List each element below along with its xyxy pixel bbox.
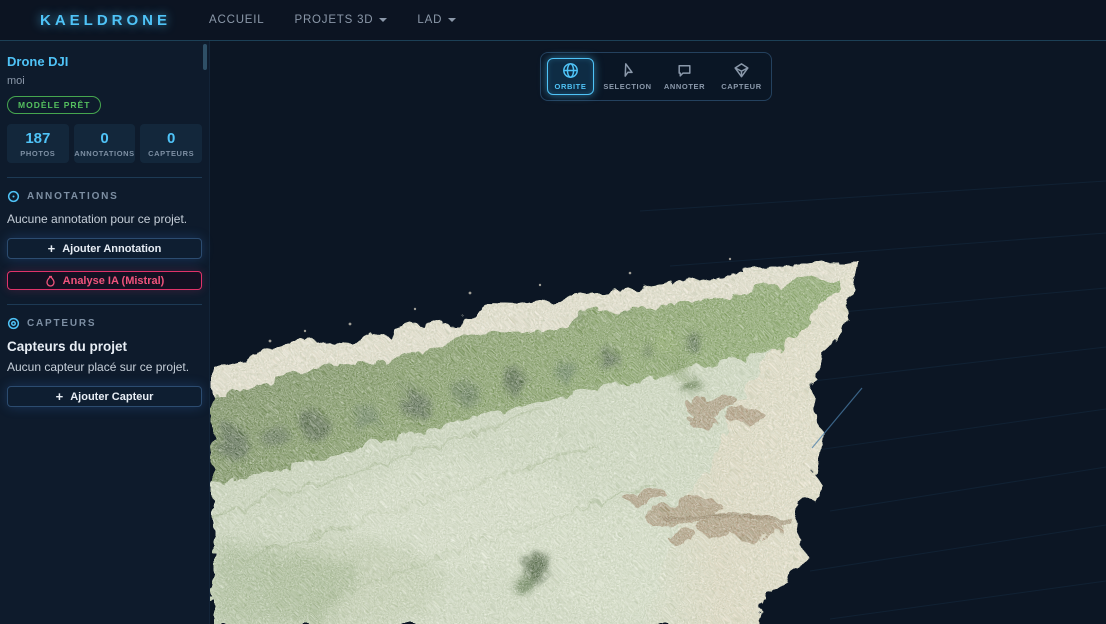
nav-item-label: PROJETS 3D — [294, 14, 373, 26]
project-owner: moi — [7, 75, 202, 87]
nav-item-label: ACCUEIL — [209, 14, 264, 26]
nav-links: ACCUEIL PROJETS 3D LAD — [209, 14, 456, 26]
plus-icon: + — [56, 390, 64, 403]
globe-icon — [562, 62, 579, 79]
sensors-empty-text: Aucun capteur placé sur ce projet. — [7, 360, 202, 374]
speech-bubble-icon — [676, 62, 693, 79]
stat-value: 187 — [7, 130, 69, 147]
tool-annotate-button[interactable]: ANNOTER — [661, 58, 708, 95]
stat-label: PHOTOS — [7, 149, 69, 158]
axis-helper-line — [812, 388, 862, 448]
project-title: Drone DJI — [7, 54, 202, 69]
tool-orbit-button[interactable]: ORBITE — [547, 58, 594, 95]
ai-analysis-button[interactable]: Analyse IA (Mistral) — [7, 271, 202, 290]
eye-icon — [7, 317, 20, 330]
tool-label: SELECTION — [603, 82, 651, 91]
chevron-down-icon — [379, 18, 387, 22]
stat-capteurs: 0 CAPTEURS — [140, 124, 202, 163]
button-label: Ajouter Annotation — [62, 243, 161, 255]
nav-item-label: LAD — [417, 14, 442, 26]
button-label: Ajouter Capteur — [70, 391, 153, 403]
tool-label: ANNOTER — [664, 82, 705, 91]
stat-value: 0 — [140, 130, 202, 147]
nav-item-projets-3d[interactable]: PROJETS 3D — [294, 14, 387, 26]
annotations-section-header: ANNOTATIONS — [7, 190, 202, 203]
tool-label: CAPTEUR — [721, 82, 761, 91]
target-icon — [7, 190, 20, 203]
section-label: ANNOTATIONS — [27, 191, 119, 202]
flame-icon — [45, 275, 56, 287]
brand-logo[interactable]: KAELDRONE — [40, 12, 171, 29]
model-ready-badge: MODÈLE PRÊT — [7, 96, 101, 114]
stat-label: ANNOTATIONS — [74, 149, 136, 158]
sidebar-scrollbar[interactable] — [203, 44, 207, 70]
three-d-viewport[interactable]: ORBITE SELECTION ANNOTER — [210, 41, 1106, 624]
chevron-down-icon — [448, 18, 456, 22]
divider — [7, 304, 202, 305]
nav-item-accueil[interactable]: ACCUEIL — [209, 14, 264, 26]
section-label: CAPTEURS — [27, 318, 96, 329]
tool-label: ORBITE — [555, 82, 587, 91]
plus-icon: + — [48, 242, 56, 255]
project-stats: 187 PHOTOS 0 ANNOTATIONS 0 CAPTEURS — [7, 124, 202, 163]
stat-photos: 187 PHOTOS — [7, 124, 69, 163]
terrain-point-cloud — [210, 237, 890, 624]
box-icon — [733, 62, 750, 79]
add-annotation-button[interactable]: + Ajouter Annotation — [7, 238, 202, 259]
app-window: KAELDRONE ACCUEIL PROJETS 3D LAD Drone D… — [0, 0, 1106, 624]
nav-item-lad[interactable]: LAD — [417, 14, 456, 26]
stat-label: CAPTEURS — [140, 149, 202, 158]
stat-annotations: 0 ANNOTATIONS — [74, 124, 136, 163]
button-label: Analyse IA (Mistral) — [63, 275, 165, 287]
viewer-toolbar: ORBITE SELECTION ANNOTER — [540, 52, 772, 101]
annotations-empty-text: Aucune annotation pour ce projet. — [7, 212, 202, 226]
sensors-heading: Capteurs du projet — [7, 339, 202, 354]
tool-selection-button[interactable]: SELECTION — [604, 58, 651, 95]
project-sidebar: Drone DJI moi MODÈLE PRÊT 187 PHOTOS 0 A… — [0, 41, 210, 624]
sensors-section-header: CAPTEURS — [7, 317, 202, 330]
add-sensor-button[interactable]: + Ajouter Capteur — [7, 386, 202, 407]
stat-value: 0 — [74, 130, 136, 147]
cursor-icon — [619, 62, 636, 79]
top-navbar: KAELDRONE ACCUEIL PROJETS 3D LAD — [0, 0, 1106, 41]
point-cloud-scene — [210, 41, 1106, 624]
tool-sensor-button[interactable]: CAPTEUR — [718, 58, 765, 95]
divider — [7, 177, 202, 178]
